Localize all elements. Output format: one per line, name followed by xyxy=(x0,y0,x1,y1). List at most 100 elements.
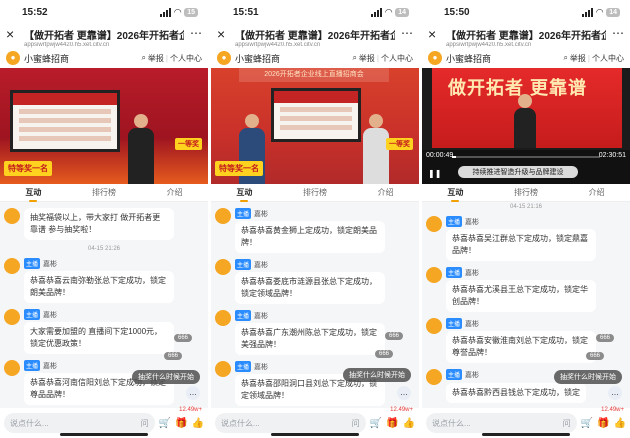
avatar xyxy=(426,216,442,232)
reaction-chip: 666 xyxy=(173,334,192,342)
avatar xyxy=(215,361,231,377)
chat-bubble-icon[interactable]: … xyxy=(397,386,411,400)
sender-name: 嘉彬 xyxy=(254,312,269,320)
more-icon[interactable]: ⋯ xyxy=(612,27,624,39)
chat-bubble-icon[interactable]: … xyxy=(608,386,622,400)
like-count: 12.49w+ xyxy=(601,407,624,413)
battery-icon: 15 xyxy=(184,7,198,17)
chat-bubble-icon[interactable]: … xyxy=(186,386,200,400)
like-icon[interactable]: 👍 xyxy=(614,418,626,429)
page-url: appsiwrtpwjw4420.h5.xet.citv.cn xyxy=(24,42,110,48)
presentation-screen xyxy=(271,88,361,142)
page-url: appsiwrtpwjw4420.h5.xet.citv.cn xyxy=(235,42,321,48)
tab-ranking[interactable]: 排行榜 xyxy=(514,187,538,198)
like-icon[interactable]: 👍 xyxy=(192,418,204,429)
triptych: 15:52 ◠ 15 × 【做开拓者 更靠谱】2026年开拓者企业 appsiw… xyxy=(0,0,630,438)
comment-input[interactable]: 说点什么... 问 xyxy=(4,413,155,433)
profile-link[interactable]: 个人中心 xyxy=(381,53,413,64)
status-time: 15:50 xyxy=(444,6,470,18)
host-bar: ● 小蜜蜂招商 ⌕ 举报 | 个人中心 xyxy=(0,48,208,68)
chat-list[interactable]: 04-15 21:16 主播 嘉彬 恭喜恭喜吴江群总下定成功，锁定鼎嘉品牌！ 主播… xyxy=(422,202,630,408)
list-item: 主播 嘉彬 恭喜恭喜吴江群总下定成功，锁定鼎嘉品牌！ xyxy=(426,216,626,261)
like-icon[interactable]: 👍 xyxy=(403,418,415,429)
avatar xyxy=(4,360,20,376)
page-title: 【做开拓者 更靠谱】2026年开拓者企业 xyxy=(235,31,395,42)
avatar xyxy=(4,208,20,224)
page-title: 【做开拓者 更靠谱】2026年开拓者企业 xyxy=(24,31,184,42)
tab-ranking[interactable]: 排行榜 xyxy=(92,187,116,198)
comment-input[interactable]: 说点什么... 问 xyxy=(215,413,366,433)
more-icon[interactable]: ⋯ xyxy=(401,27,413,39)
chat-list[interactable]: 主播 嘉彬 恭喜恭喜黄金狮上定成功，锁定朗美品牌！ 主播 嘉彬 恭喜恭喜娄底市涟源县… xyxy=(211,202,419,408)
ask-button[interactable]: 问 xyxy=(141,418,149,429)
live-video[interactable]: 特等奖一名 一等奖 xyxy=(0,68,208,184)
title-bar: × 【做开拓者 更靠谱】2026年开拓者企业 appsiwrtpwjw4420.… xyxy=(422,24,630,48)
ask-button[interactable]: 问 xyxy=(352,418,360,429)
tab-intro[interactable]: 介绍 xyxy=(589,187,605,198)
message-text: 恭喜恭喜尤溪县王总下定成功，锁定华创品牌！ xyxy=(446,280,596,312)
tab-intro[interactable]: 介绍 xyxy=(167,187,183,198)
cart-icon[interactable]: 🛒 xyxy=(159,418,171,429)
question-pill[interactable]: 抽奖什么时候开始 xyxy=(343,368,411,382)
reaction-chip: 666 xyxy=(585,352,604,360)
profile-link[interactable]: 个人中心 xyxy=(592,53,624,64)
pause-icon[interactable]: ❚❚ xyxy=(428,169,441,178)
role-tag: 主播 xyxy=(24,309,41,320)
gift-icon[interactable]: 🎁 xyxy=(175,418,187,429)
home-indicator xyxy=(271,433,359,436)
elapsed-time: 00:00:49 xyxy=(426,152,454,159)
live-video[interactable]: 做开拓者 更靠谱 00:00:49 02:30:51 ❚❚ 持续推进智造升级与品… xyxy=(422,68,630,184)
question-pill[interactable]: 抽奖什么时候开始 xyxy=(554,370,622,384)
host-name: 小蜜蜂招商 xyxy=(24,53,70,64)
question-pill[interactable]: 抽奖什么时候开始 xyxy=(132,370,200,384)
live-video[interactable]: 2026开拓者企业线上直播招商会 特等奖一名 一等奖 xyxy=(211,68,419,184)
tab-interact[interactable]: 互动 xyxy=(236,187,252,202)
close-icon[interactable]: × xyxy=(217,27,229,41)
progress-bar[interactable] xyxy=(452,156,600,158)
search-icon[interactable]: ⌕ xyxy=(141,53,145,63)
tab-ranking[interactable]: 排行榜 xyxy=(303,187,327,198)
tab-intro[interactable]: 介绍 xyxy=(378,187,394,198)
total-time: 02:30:51 xyxy=(598,152,626,159)
cart-icon[interactable]: 🛒 xyxy=(370,418,382,429)
prize-badge: 一等奖 xyxy=(386,138,413,150)
tab-interact[interactable]: 互动 xyxy=(447,187,463,202)
phone-2: 15:51 ◠ 14 × 【做开拓者 更靠谱】2026年开拓者企业 appsiw… xyxy=(211,0,419,438)
gift-icon[interactable]: 🎁 xyxy=(386,418,398,429)
search-icon[interactable]: ⌕ xyxy=(563,53,567,63)
tab-bar: 互动 排行榜 介绍 xyxy=(0,184,208,202)
profile-link[interactable]: 个人中心 xyxy=(170,53,202,64)
comment-input[interactable]: 说点什么... 问 xyxy=(426,413,577,433)
close-icon[interactable]: × xyxy=(428,27,440,41)
list-item: 主播 嘉彬 恭喜恭喜黄金狮上定成功，锁定朗美品牌！ xyxy=(215,208,415,253)
role-tag: 主播 xyxy=(235,259,252,270)
ask-button[interactable]: 问 xyxy=(563,418,571,429)
sender-name: 嘉彬 xyxy=(465,269,480,277)
role-tag: 主播 xyxy=(446,267,463,278)
report-link[interactable]: 举报 xyxy=(570,53,586,64)
tab-interact[interactable]: 互动 xyxy=(25,187,41,202)
sender-name: 嘉彬 xyxy=(254,363,269,371)
more-icon[interactable]: ⋯ xyxy=(190,27,202,39)
signal-icon xyxy=(371,7,383,17)
sender-name: 嘉彬 xyxy=(43,311,58,319)
host-bar: ● 小蜜蜂招商 ⌕ 举报 | 个人中心 xyxy=(211,48,419,68)
chat-timestamp: 04-15 21:16 xyxy=(509,204,543,210)
sender-name: 嘉彬 xyxy=(465,218,480,226)
role-tag: 主播 xyxy=(24,258,41,269)
role-tag: 主播 xyxy=(446,318,463,329)
chat-list[interactable]: 抽奖福袋以上，带大家打 做开拓者更靠谱 参与抽奖啦！ 04-15 21:26 主… xyxy=(0,202,208,408)
prize-badge: 一等奖 xyxy=(175,138,202,150)
report-link[interactable]: 举报 xyxy=(148,53,164,64)
list-item: 抽奖福袋以上，带大家打 做开拓者更靠谱 参与抽奖啦！ xyxy=(4,208,204,240)
report-link[interactable]: 举报 xyxy=(359,53,375,64)
home-indicator xyxy=(482,433,570,436)
avatar xyxy=(426,369,442,385)
reaction-chip: 666 xyxy=(163,352,182,360)
gift-icon[interactable]: 🎁 xyxy=(597,418,609,429)
cart-icon[interactable]: 🛒 xyxy=(581,418,593,429)
host-bar: ● 小蜜蜂招商 ⌕ 举报 | 个人中心 xyxy=(422,48,630,68)
search-icon[interactable]: ⌕ xyxy=(352,53,356,63)
reaction-chip: 666 xyxy=(384,332,403,340)
close-icon[interactable]: × xyxy=(6,27,18,41)
